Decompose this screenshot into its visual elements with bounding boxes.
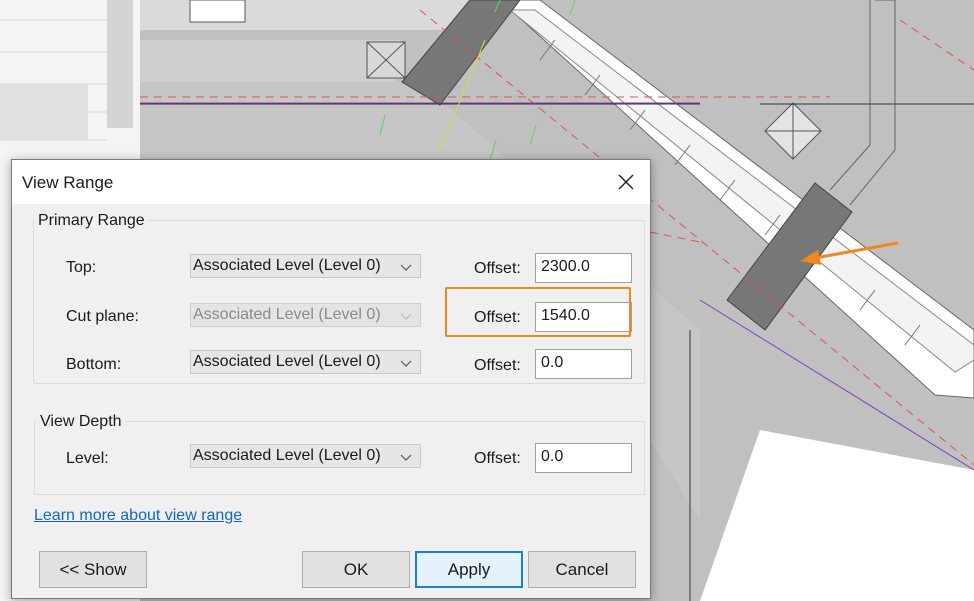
top-offset-label: Offset: <box>474 260 521 277</box>
chevron-down-icon <box>400 264 412 271</box>
close-button[interactable] <box>602 160 650 204</box>
apply-button[interactable]: Apply <box>415 551 523 588</box>
chevron-down-icon <box>400 454 412 461</box>
view-depth-level-value: Associated Level (Level 0) <box>193 447 381 464</box>
chevron-down-icon <box>400 360 412 367</box>
show-button[interactable]: << Show <box>39 551 147 588</box>
cut-plane-level-select: Associated Level (Level 0) <box>190 303 421 327</box>
top-level-value: Associated Level (Level 0) <box>193 257 381 274</box>
bottom-offset-input[interactable]: 0.0 <box>535 349 632 379</box>
bottom-label: Bottom: <box>66 356 122 373</box>
view-range-dialog: View Range Primary Range Top: Associated… <box>11 159 651 599</box>
panel-row-selected <box>0 112 88 140</box>
top-label: Top: <box>66 259 97 276</box>
bottom-level-value: Associated Level (Level 0) <box>193 353 381 370</box>
bottom-offset-label: Offset: <box>474 357 521 374</box>
level-label: Level: <box>66 450 109 467</box>
close-icon <box>618 174 634 190</box>
chevron-down-icon <box>400 313 412 320</box>
floor-region <box>140 40 400 82</box>
view-depth-legend: View Depth <box>37 413 125 431</box>
ok-button[interactable]: OK <box>302 551 410 588</box>
cut-plane-level-value: Associated Level (Level 0) <box>193 306 381 323</box>
panel-scrollbar[interactable] <box>107 0 133 128</box>
primary-range-legend: Primary Range <box>35 212 148 230</box>
top-offset-input[interactable]: 2300.0 <box>535 253 632 283</box>
cancel-button[interactable]: Cancel <box>528 551 636 588</box>
hatch-box <box>366 41 406 79</box>
dialog-title: View Range <box>22 173 114 192</box>
view-depth-offset-input[interactable]: 0.0 <box>535 443 632 473</box>
panel-row-selected <box>0 84 88 112</box>
top-level-select[interactable]: Associated Level (Level 0) <box>190 254 421 278</box>
view-depth-offset-label: Offset: <box>474 450 521 467</box>
dialog-titlebar[interactable]: View Range <box>12 160 650 204</box>
view-depth-level-select[interactable]: Associated Level (Level 0) <box>190 444 421 468</box>
column-symbol <box>189 0 246 23</box>
bottom-level-select[interactable]: Associated Level (Level 0) <box>190 350 421 374</box>
learn-more-link[interactable]: Learn more about view range <box>34 507 242 525</box>
cut-plane-label: Cut plane: <box>66 308 139 325</box>
offset-highlight-box <box>445 287 631 337</box>
